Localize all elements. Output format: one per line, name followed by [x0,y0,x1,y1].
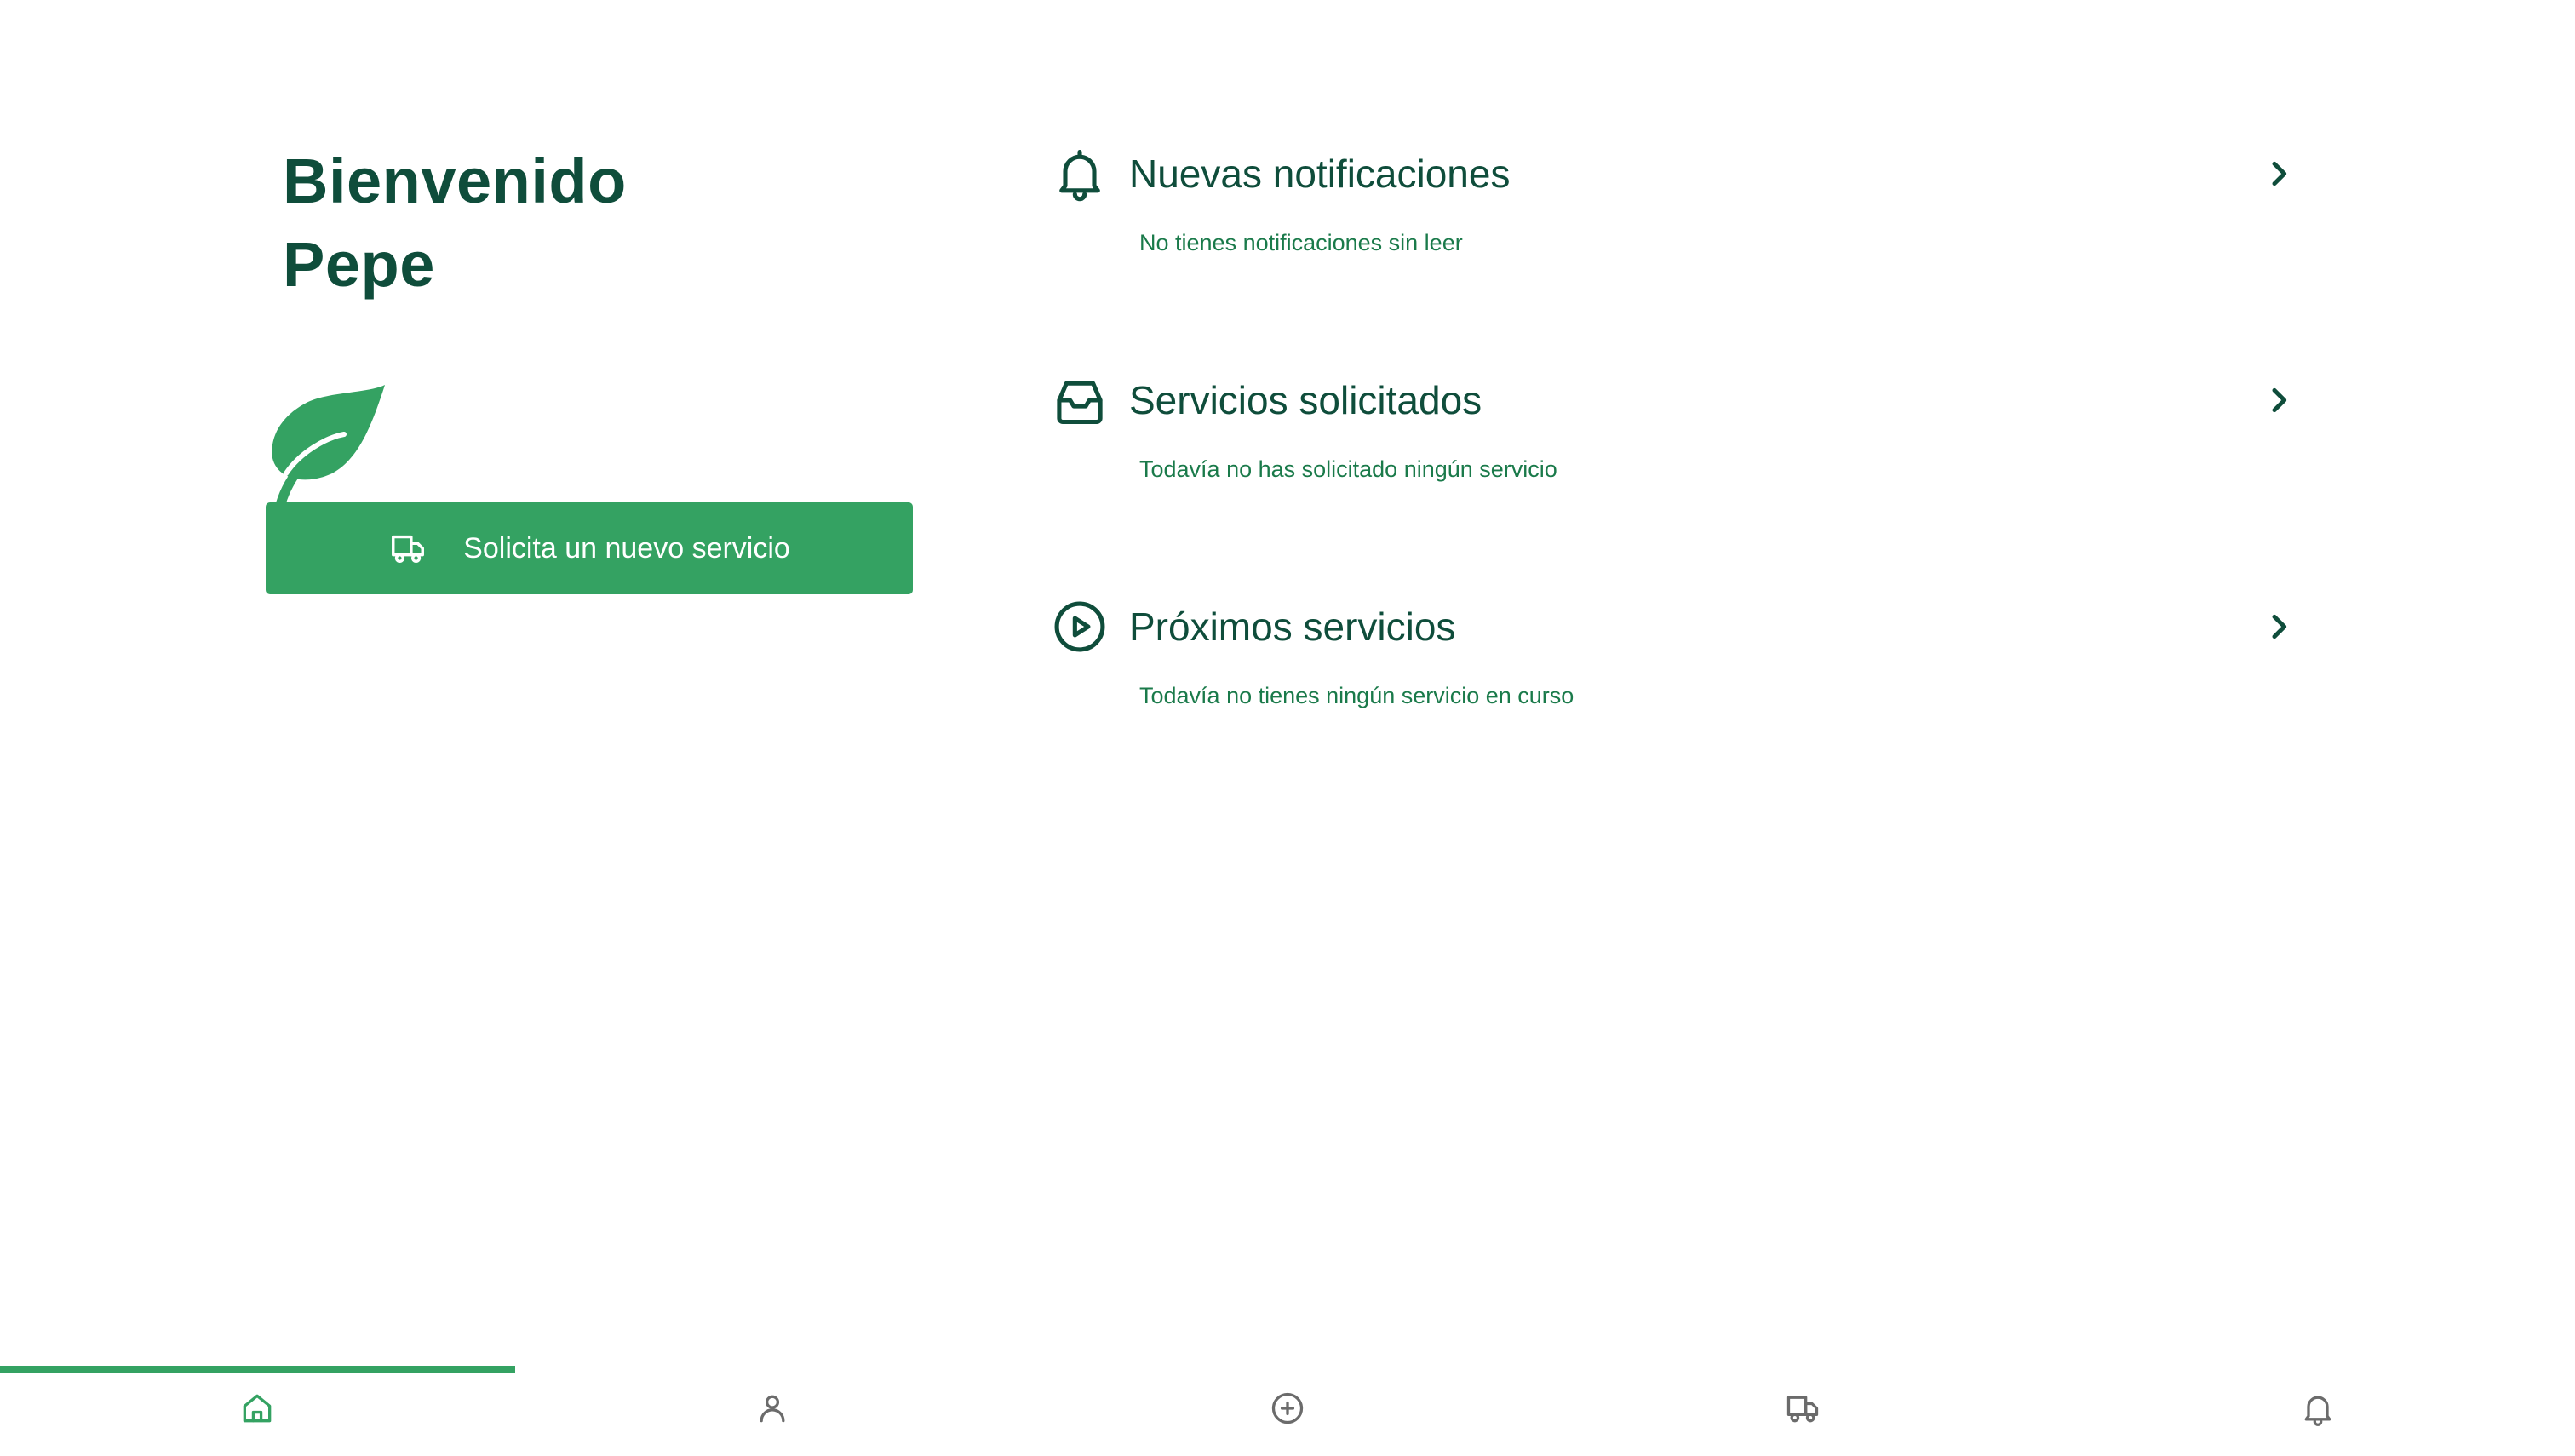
new-service-button[interactable]: Solicita un nuevo servicio [266,502,913,594]
requested-services-empty-text: Todavía no has solicitado ningún servici… [1139,456,1557,482]
bell-icon [1051,145,1109,203]
chevron-right-icon[interactable] [2258,606,2299,647]
welcome-user-name: Pepe [283,229,435,300]
nav-item-services[interactable] [1545,1364,2060,1456]
requested-services-title: Servicios solicitados [1129,378,1482,422]
nav-item-profile[interactable] [515,1364,1030,1456]
app-window: Bienvenido Pepe Solicita un nuevo servic… [0,0,2575,1456]
plus-circle-icon [1269,1390,1306,1431]
inbox-icon [1051,371,1109,429]
new-service-button-label: Solicita un nuevo servicio [463,531,790,565]
notifications-title: Nuevas notificaciones [1129,152,1511,196]
chevron-right-icon[interactable] [2258,380,2299,421]
play-circle-icon [1051,598,1109,656]
welcome-heading: Bienvenido Pepe [283,140,627,307]
home-icon [238,1390,276,1431]
nav-item-notifications[interactable] [2060,1364,2575,1456]
leaf-logo-icon [266,385,392,509]
bell-icon [2299,1390,2337,1431]
nav-item-new-service[interactable] [1030,1364,1546,1456]
user-icon [754,1390,791,1431]
upcoming-services-empty-text: Todavía no tienes ningún servicio en cur… [1139,683,1574,708]
upcoming-services-section[interactable]: Próximos servicios Todavía no tienes nin… [1051,598,2299,760]
requested-services-section[interactable]: Servicios solicitados Todavía no has sol… [1051,371,2299,533]
chevron-right-icon[interactable] [2258,153,2299,194]
upcoming-services-title: Próximos servicios [1129,605,1456,649]
nav-item-home[interactable] [0,1364,515,1456]
notifications-empty-text: No tienes notificaciones sin leer [1139,230,1463,255]
truck-icon [388,529,427,568]
bottom-navigation [0,1364,2575,1456]
notifications-section[interactable]: Nuevas notificaciones No tienes notifica… [1051,145,2299,307]
active-tab-indicator [0,1366,515,1373]
welcome-greeting: Bienvenido [283,146,627,216]
truck-icon [1784,1390,1821,1431]
